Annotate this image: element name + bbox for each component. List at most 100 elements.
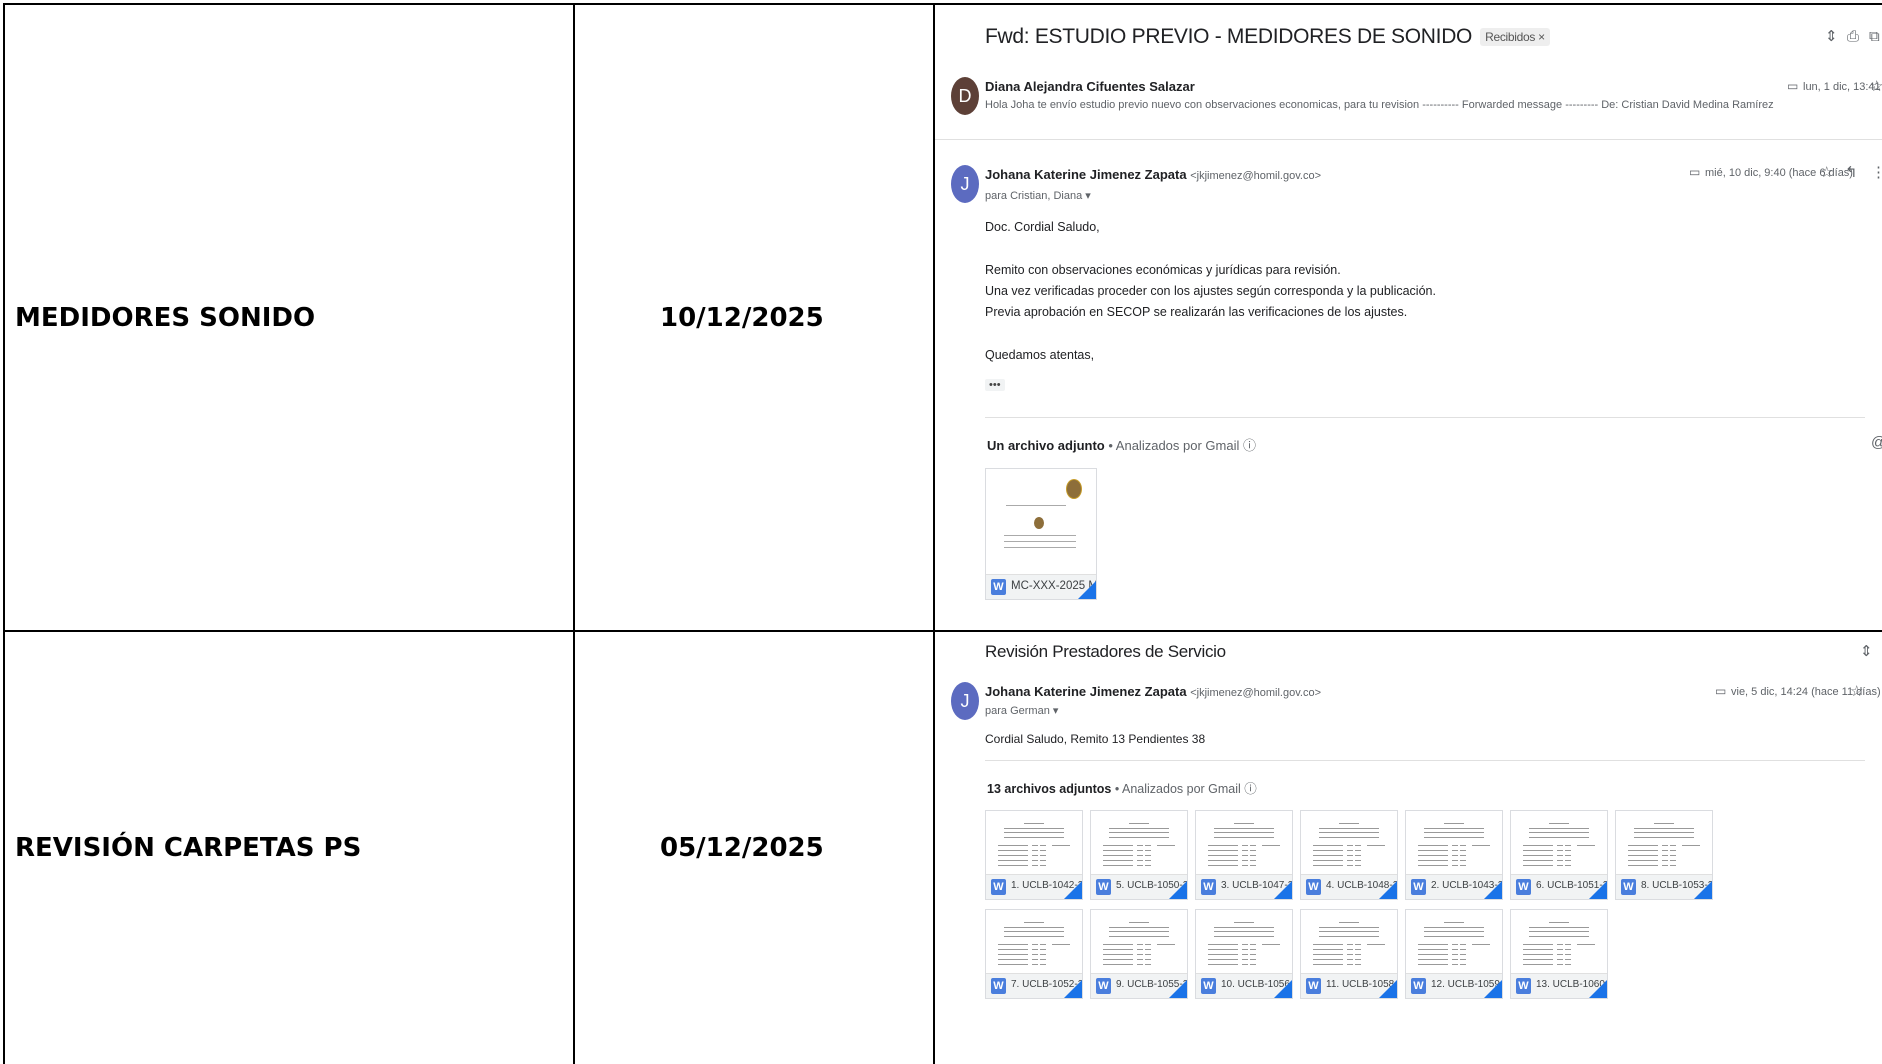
attachments-scan-note: • Analizados por Gmail ⓘ: [1114, 782, 1257, 796]
attachment-icon[interactable]: @: [1871, 435, 1882, 450]
doc-line: [998, 959, 1028, 960]
doc-line: [1313, 865, 1343, 866]
doc-line: [1565, 860, 1571, 861]
expand-all-icon[interactable]: ⇕: [1825, 29, 1838, 44]
doc-corner-icon: [1169, 881, 1187, 899]
doc-line: [1529, 931, 1589, 932]
sender-email: <jkjimenez@homil.gov.co>: [1190, 170, 1321, 182]
doc-line: [1109, 936, 1169, 937]
attachment-thumbnail[interactable]: W1. UCLB-1042-20...: [985, 810, 1083, 900]
document-preview: [1414, 819, 1494, 881]
sender-name[interactable]: Johana Katerine Jimenez Zapata <jkjimene…: [985, 684, 1321, 699]
doc-line: [1460, 860, 1466, 861]
doc-line: [1214, 931, 1274, 932]
attachment-thumbnail[interactable]: W7. UCLB-1052-20...: [985, 909, 1083, 999]
document-preview: [1624, 819, 1704, 881]
doc-line: [1250, 959, 1256, 960]
doc-line: [1670, 860, 1676, 861]
star-icon[interactable]: ☆: [1850, 684, 1863, 699]
doc-line: [1157, 845, 1175, 846]
doc-line: [1424, 927, 1484, 928]
attachments-divider: [985, 417, 1865, 418]
doc-line: [1523, 855, 1553, 856]
doc-line: [1032, 850, 1038, 851]
doc-line: [1313, 944, 1343, 945]
doc-line: [1040, 959, 1046, 960]
doc-line: [1347, 850, 1353, 851]
attachment-thumbnail[interactable]: W12. UCLB-1059-2...: [1405, 909, 1503, 999]
word-doc-icon: W: [1516, 879, 1531, 895]
doc-line: [1367, 845, 1385, 846]
doc-line: [1004, 535, 1076, 536]
recipients-dropdown[interactable]: para Cristian, Diana ▾: [985, 189, 1091, 202]
doc-line: [1529, 832, 1589, 833]
doc-line: [998, 954, 1028, 955]
attachment-thumbnail[interactable]: W9. UCLB-1055-20...: [1090, 909, 1188, 999]
doc-line: [1577, 845, 1595, 846]
doc-line: [1006, 505, 1066, 506]
doc-line: [1662, 855, 1668, 856]
sender-name[interactable]: Diana Alejandra Cifuentes Salazar: [985, 79, 1195, 94]
attachments-count: 13 archivos adjuntos: [987, 782, 1112, 796]
attachment-footer: W3. UCLB-1047-20...: [1196, 874, 1292, 899]
doc-corner-icon: [1274, 881, 1292, 899]
word-doc-icon: W: [1621, 879, 1636, 895]
doc-line: [998, 845, 1028, 846]
doc-line: [1234, 823, 1254, 824]
doc-line: [1347, 959, 1353, 960]
recipients-dropdown[interactable]: para German ▾: [985, 704, 1058, 717]
doc-line: [1109, 931, 1169, 932]
attachment-thumbnail[interactable]: W6. UCLB-1051-20...: [1510, 810, 1608, 900]
attachment-footer: W10. UCLB-1056-2...: [1196, 973, 1292, 998]
doc-line: [1313, 860, 1343, 861]
doc-line: [1557, 944, 1563, 945]
doc-line: [1004, 837, 1064, 838]
doc-line: [1557, 850, 1563, 851]
doc-line: [1452, 954, 1458, 955]
expand-all-icon[interactable]: ⇕: [1860, 644, 1873, 659]
attachment-thumbnail[interactable]: W2. UCLB-1043-20...: [1405, 810, 1503, 900]
attachments-count: Un archivo adjunto: [987, 438, 1105, 453]
avatar[interactable]: J: [951, 682, 979, 720]
doc-line: [1109, 828, 1169, 829]
attachment-thumbnail[interactable]: W4. UCLB-1048-20...: [1300, 810, 1398, 900]
star-icon[interactable]: ☆: [1870, 79, 1882, 94]
attachment-thumbnail[interactable]: W8. UCLB-1053-20...: [1615, 810, 1713, 900]
attachment-thumbnail[interactable]: W11. UCLB-1058-20...: [1300, 909, 1398, 999]
attachment-thumbnail[interactable]: W3. UCLB-1047-20...: [1195, 810, 1293, 900]
avatar[interactable]: J: [951, 165, 979, 203]
doc-line: [1313, 850, 1343, 851]
attachment-thumbnail[interactable]: W MC-XXX-2025 M...: [985, 468, 1097, 600]
doc-line: [1208, 954, 1238, 955]
doc-line: [1250, 944, 1256, 945]
attachment-thumbnail[interactable]: W10. UCLB-1056-2...: [1195, 909, 1293, 999]
more-options-icon[interactable]: ⋮: [1871, 165, 1882, 180]
star-icon[interactable]: ☆: [1820, 165, 1833, 180]
doc-line: [1109, 832, 1169, 833]
task-date-1: 10/12/2025: [660, 303, 824, 333]
document-preview: [1204, 819, 1284, 881]
attachment-thumbnail[interactable]: W5. UCLB-1050-20...: [1090, 810, 1188, 900]
attachments-divider: [985, 760, 1865, 761]
doc-line: [1523, 865, 1553, 866]
doc-line: [1250, 850, 1256, 851]
doc-line: [998, 964, 1028, 965]
avatar[interactable]: D: [951, 77, 979, 115]
doc-line: [1557, 865, 1563, 866]
doc-line: [1208, 850, 1238, 851]
doc-line: [1424, 931, 1484, 932]
show-trimmed-content-button[interactable]: •••: [985, 379, 1005, 391]
word-doc-icon: W: [1306, 879, 1321, 895]
inbox-label-chip[interactable]: Recibidos ×: [1480, 28, 1550, 47]
doc-line: [1557, 845, 1563, 846]
reply-icon[interactable]: ↰: [1845, 165, 1858, 180]
open-new-window-icon[interactable]: ⧉: [1869, 29, 1880, 44]
doc-line: [1628, 865, 1658, 866]
message-snippet[interactable]: Hola Joha te envío estudio previo nuevo …: [985, 99, 1774, 111]
sender-name[interactable]: Johana Katerine Jimenez Zapata <jkjimene…: [985, 167, 1321, 182]
doc-corner-icon: [1064, 980, 1082, 998]
doc-line: [1634, 828, 1694, 829]
print-icon[interactable]: ⎙: [1847, 29, 1859, 44]
body-line: Previa aprobación en SECOP se realizarán…: [985, 305, 1408, 319]
attachment-thumbnail[interactable]: W13. UCLB-1060-2...: [1510, 909, 1608, 999]
